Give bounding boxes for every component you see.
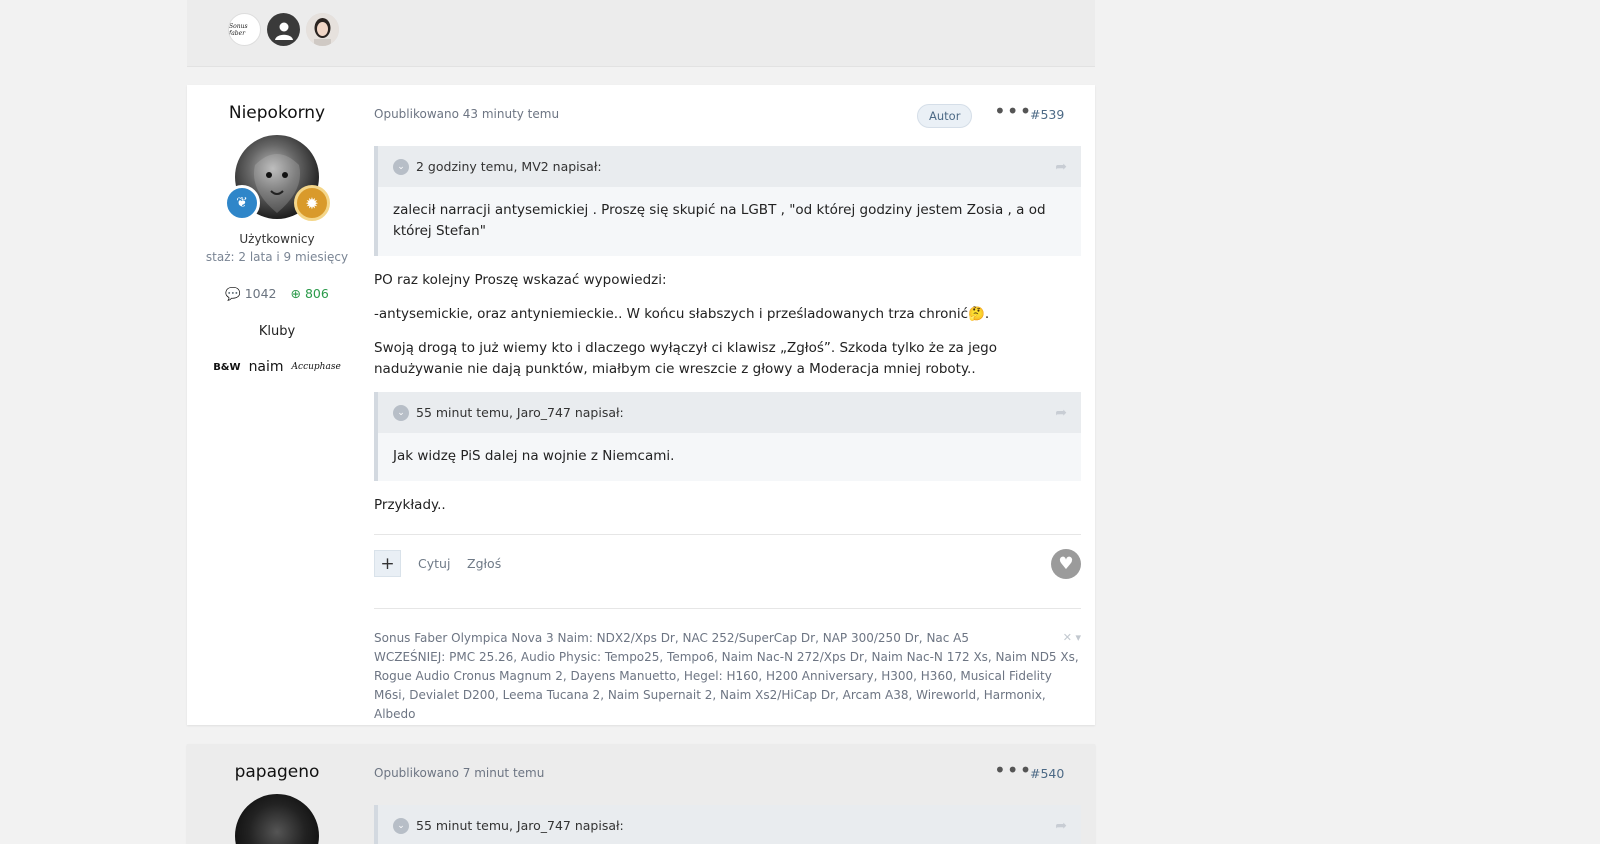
portrait-icon <box>306 13 339 46</box>
rank-badge-icon[interactable]: ❦ <box>224 185 260 221</box>
club-avatar-sonus-faber[interactable]: Sonus faber <box>228 13 261 46</box>
quote-citation: 55 minut temu, Jaro_747 napisał: <box>416 818 624 833</box>
clubs-label: Kluby <box>258 324 296 339</box>
collapse-icon[interactable]: ⌄ <box>393 817 409 834</box>
share-arrow-icon[interactable]: ➦ <box>1055 818 1067 834</box>
club-naim[interactable]: naim <box>249 359 284 375</box>
author-badge: Autor <box>917 104 973 128</box>
comment-icon: 💬 <box>225 286 241 301</box>
like-heart-icon[interactable]: ♥ <box>1051 549 1081 579</box>
quote-body: Jak widzę PiS dalej na wojnie z Niemcami… <box>393 448 675 464</box>
clubs-list: B&W naim Accuphase <box>197 359 357 375</box>
quote-citation: 2 godziny temu, MV2 napisał: <box>416 159 602 174</box>
report-button[interactable]: Zgłoś <box>467 556 501 571</box>
author-avatar-wrapper: ❦ ✹ <box>224 135 330 221</box>
achievement-badge-icon[interactable]: ✹ <box>294 185 330 221</box>
signature-options-icon[interactable]: ✕ ▾ <box>1063 631 1081 644</box>
quote-block: ⌄ 2 godziny temu, MV2 napisał: ➦ zalecił… <box>374 146 1081 256</box>
woman-avatar[interactable] <box>306 13 339 46</box>
post-paragraph: Przykłady.. <box>374 497 446 513</box>
reaction-avatars: Sonus faber <box>228 13 339 46</box>
quote-block: ⌄ 55 minut temu, Jaro_747 napisał: ➦ Jak… <box>374 392 1081 481</box>
post-number-link[interactable]: #539 <box>1030 107 1064 122</box>
user-signature: Sonus Faber Olympica Nova 3 Naim: NDX2/X… <box>374 631 1079 721</box>
forum-post: Niepokorny ❦ ✹ Użytkownicy staż: 2 lata … <box>187 85 1095 725</box>
user-silhouette-icon <box>274 22 293 40</box>
post-number-link[interactable]: #540 <box>1030 766 1064 781</box>
post-author-panel: Niepokorny ❦ ✹ Użytkownicy staż: 2 lata … <box>197 85 357 375</box>
share-arrow-icon[interactable]: ➦ <box>1055 159 1067 175</box>
club-accuphase[interactable]: Accuphase <box>292 362 341 372</box>
author-avatar-wrapper <box>235 794 319 844</box>
author-membership-age: staż: 2 lata i 9 miesięcy <box>205 250 349 264</box>
plus-circle-icon: ⊕ <box>290 286 301 301</box>
author-avatar[interactable] <box>235 794 319 844</box>
author-stats: 💬 1042 ⊕ 806 <box>197 286 357 302</box>
post-paragraph: PO raz kolejny Proszę wskazać wypowiedzi… <box>374 272 667 288</box>
post-paragraph: -antysemickie, oraz antyniemieckie.. W k… <box>374 306 990 322</box>
post-paragraph: Swoją drogą to już wiemy kto i dlaczego … <box>374 340 998 377</box>
quote-header[interactable]: ⌄ 2 godziny temu, MV2 napisał: ➦ <box>378 146 1081 187</box>
user-avatar[interactable] <box>267 13 300 46</box>
quote-citation: 55 minut temu, Jaro_747 napisał: <box>416 405 624 420</box>
post-date[interactable]: Opublikowano 43 minuty temu <box>374 107 559 121</box>
quote-block: ⌄ 55 minut temu, Jaro_747 napisał: ➦ <box>374 805 1081 844</box>
quote-header[interactable]: ⌄ 55 minut temu, Jaro_747 napisał: ➦ <box>378 805 1081 844</box>
post-actions: + Cytuj Zgłoś ♥ <box>374 549 1081 580</box>
quote-button[interactable]: Cytuj <box>418 556 450 571</box>
post-author-panel: papageno <box>197 744 357 844</box>
divider <box>374 534 1081 535</box>
divider <box>374 608 1081 609</box>
post-date[interactable]: Opublikowano 7 minut temu <box>374 766 544 780</box>
more-options-icon[interactable]: ••• <box>994 99 1032 123</box>
collapse-icon[interactable]: ⌄ <box>393 404 409 421</box>
more-options-icon[interactable]: ••• <box>994 758 1032 782</box>
previous-post-footer: Sonus faber <box>187 0 1095 67</box>
author-name[interactable]: papageno <box>197 762 357 782</box>
quote-header[interactable]: ⌄ 55 minut temu, Jaro_747 napisał: ➦ <box>378 392 1081 433</box>
club-bw[interactable]: B&W <box>213 362 240 373</box>
author-name[interactable]: Niepokorny <box>197 103 357 123</box>
share-arrow-icon[interactable]: ➦ <box>1055 405 1067 421</box>
forum-post: papageno Opublikowano 7 minut temu ••• #… <box>187 744 1095 844</box>
reputation-count[interactable]: ⊕ 806 <box>291 286 329 302</box>
collapse-icon[interactable]: ⌄ <box>393 158 409 175</box>
multiquote-button[interactable]: + <box>374 550 401 577</box>
quote-body: zalecił narracji antysemickiej . Proszę … <box>393 202 1046 239</box>
author-group: Użytkownicy <box>239 232 315 246</box>
content-count[interactable]: 💬 1042 <box>225 286 276 302</box>
